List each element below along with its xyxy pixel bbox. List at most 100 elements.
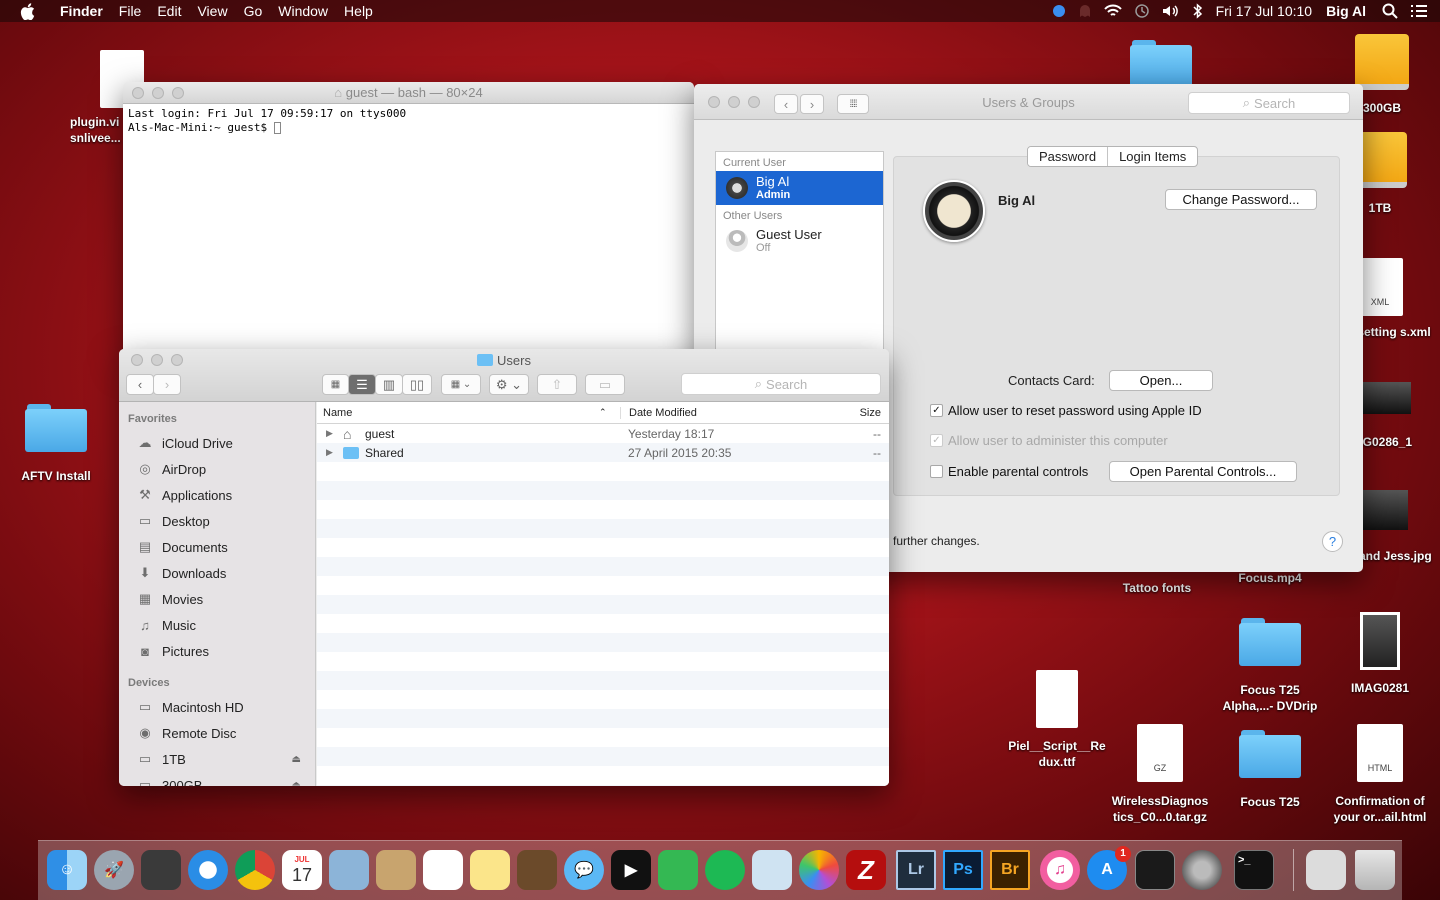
desktop-icon-focus-t25[interactable]: Focus T25	[1215, 730, 1325, 810]
back-button[interactable]: ‹	[126, 374, 154, 395]
desktop-icon-focus-alpha[interactable]: Focus T25 Alpha,...- DVDrip	[1215, 618, 1325, 714]
chrome-dock-icon[interactable]	[235, 850, 275, 890]
mail-dock-icon[interactable]	[752, 850, 792, 890]
spotify-dock-icon[interactable]	[705, 850, 745, 890]
tab-login-items[interactable]: Login Items	[1108, 147, 1197, 166]
sidebar-item-applications[interactable]: ⚒ Applications	[119, 482, 315, 508]
desktop-icon-piel-script[interactable]: Piel__Script__Re dux.ttf	[1002, 670, 1112, 770]
sidebar-item-music[interactable]: ♫ Music	[119, 612, 315, 638]
sidebar-item-1tb[interactable]: ▭ 1TB ⏏	[119, 746, 315, 772]
column-header-name[interactable]: Name	[323, 407, 352, 419]
preview-dock-icon[interactable]	[329, 850, 369, 890]
column-header-date[interactable]: Date Modified	[620, 406, 697, 419]
desktop-icon-confirmation-html[interactable]: HTML Confirmation of your or...ail.html	[1325, 724, 1435, 825]
table-row[interactable]: ▶ ⌂ guest Yesterday 18:17 --	[317, 424, 889, 443]
view-icon-button[interactable]: ▦	[322, 374, 349, 395]
finder-window[interactable]: Users ‹ › ▦ ☰ ▥ ▯▯ ▦ ⌄ ⚙ ⌄ ⇧ ▭ ⌕ Search F…	[119, 349, 889, 786]
sidebar-item-documents[interactable]: ▤ Documents	[119, 534, 315, 560]
menu-user-name[interactable]: Big Al	[1326, 3, 1366, 19]
time-machine-icon[interactable]	[1134, 3, 1150, 19]
tv-dock-icon[interactable]: ▶	[611, 850, 651, 890]
vpn-dock-icon[interactable]	[658, 850, 698, 890]
arrange-button[interactable]: ▦ ⌄	[441, 374, 481, 395]
prefs-search-field[interactable]: ⌕ Search	[1188, 92, 1350, 114]
menu-file[interactable]: File	[119, 3, 142, 19]
apple-menu-icon[interactable]	[20, 2, 40, 20]
finder-dock-icon[interactable]: ☺	[47, 850, 87, 890]
desktop-icon-imag0281[interactable]: IMAG0281	[1325, 612, 1435, 696]
bridge-dock-icon[interactable]: Br	[990, 850, 1030, 890]
spotlight-search-icon[interactable]	[1382, 3, 1398, 19]
sidebar-item-desktop[interactable]: ▭ Desktop	[119, 508, 315, 534]
menu-view[interactable]: View	[197, 3, 227, 19]
sidebar-item-airdrop[interactable]: ◎ AirDrop	[119, 456, 315, 482]
column-header-size[interactable]: Size	[860, 407, 881, 419]
notes-dock-icon[interactable]	[470, 850, 510, 890]
desktop-icon-tattoo-fonts[interactable]: Tattoo fonts	[1102, 576, 1212, 596]
disclosure-triangle-icon[interactable]: ▶	[326, 447, 333, 458]
contacts-dock-icon[interactable]	[376, 850, 416, 890]
minimize-button[interactable]	[152, 86, 164, 99]
sidebar-item-pictures[interactable]: ◙ Pictures	[119, 638, 315, 664]
menu-clock[interactable]: Fri 17 Jul 10:10	[1216, 3, 1313, 19]
calendar-dock-icon[interactable]: JUL 17	[282, 850, 322, 890]
user-picture[interactable]	[923, 180, 985, 242]
user-row-big-al[interactable]: Big Al Admin	[716, 171, 883, 205]
view-coverflow-button[interactable]: ▯▯	[402, 374, 432, 395]
messages-dock-icon[interactable]: 💬	[564, 850, 604, 890]
terminal-content[interactable]: Last login: Fri Jul 17 09:59:17 on ttys0…	[123, 104, 694, 357]
view-column-button[interactable]: ▥	[375, 374, 403, 395]
tab-password[interactable]: Password	[1028, 147, 1109, 166]
menu-window[interactable]: Window	[278, 3, 328, 19]
open-parental-controls-button[interactable]: Open Parental Controls...	[1109, 461, 1297, 482]
desktop-icon-aftv-install[interactable]: AFTV Install	[1, 404, 111, 484]
terminal-titlebar[interactable]: ⌂ guest — bash — 80×24	[123, 82, 694, 104]
reset-password-apple-id-checkbox[interactable]: ✓ Allow user to reset password using Appl…	[930, 403, 1202, 418]
menu-help[interactable]: Help	[344, 3, 373, 19]
downloads-stack-dock-icon[interactable]	[1306, 850, 1346, 890]
sidebar-item-macintosh-hd[interactable]: ▭ Macintosh HD	[119, 694, 315, 720]
menu-go[interactable]: Go	[244, 3, 263, 19]
table-row[interactable]: ▶ Shared 27 April 2015 20:35 --	[317, 443, 889, 462]
finder-search-field[interactable]: ⌕ Search	[681, 373, 881, 395]
filezilla-dock-icon[interactable]: Z	[846, 850, 886, 890]
view-list-button[interactable]: ☰	[348, 374, 376, 395]
reminders-dock-icon[interactable]	[423, 850, 463, 890]
trash-dock-icon[interactable]	[1355, 850, 1395, 890]
action-button[interactable]: ⚙ ⌄	[489, 374, 529, 395]
status-blue-icon[interactable]	[1052, 4, 1066, 18]
sidebar-item-downloads[interactable]: ⬇ Downloads	[119, 560, 315, 586]
desktop-icon-wireless-diagnostics[interactable]: GZ WirelessDiagnos tics_C0...0.tar.gz	[1105, 724, 1215, 825]
safari-dock-icon[interactable]	[188, 850, 228, 890]
contacts-open-button[interactable]: Open...	[1109, 370, 1213, 391]
eject-icon[interactable]: ⏏	[292, 754, 301, 765]
lightroom-dock-icon[interactable]: Lr	[896, 850, 936, 890]
menu-edit[interactable]: Edit	[157, 3, 181, 19]
help-button[interactable]: ?	[1322, 531, 1343, 552]
change-password-button[interactable]: Change Password...	[1165, 189, 1317, 210]
sidebar-item-remote-disc[interactable]: ◉ Remote Disc	[119, 720, 315, 746]
photoshop-dock-icon[interactable]: Ps	[943, 850, 983, 890]
photos-dock-icon[interactable]	[799, 850, 839, 890]
disclosure-triangle-icon[interactable]: ▶	[326, 428, 333, 439]
wifi-icon[interactable]	[1103, 4, 1122, 18]
desktop-icon-plugin[interactable]: plugin.vi snlivee...	[70, 50, 144, 146]
volume-icon[interactable]	[1162, 4, 1180, 18]
eject-icon[interactable]: ⏏	[292, 780, 301, 787]
menu-app-name[interactable]: Finder	[60, 3, 103, 19]
parental-controls-checkbox[interactable]: Enable parental controls	[930, 464, 1088, 479]
share-button[interactable]: ⇧	[537, 374, 577, 395]
user-row-guest[interactable]: Guest User Off	[716, 224, 883, 258]
dashboard-dock-icon[interactable]	[141, 850, 181, 890]
sidebar-item-icloud-drive[interactable]: ☁ iCloud Drive	[119, 430, 315, 456]
ghost-icon[interactable]	[1078, 4, 1092, 18]
desktop-icon-folder-top[interactable]	[1106, 38, 1216, 88]
app-store-dock-icon[interactable]: A 1	[1087, 846, 1131, 890]
garageband-dock-icon[interactable]	[517, 850, 557, 890]
activity-monitor-dock-icon[interactable]	[1135, 850, 1175, 890]
itunes-dock-icon[interactable]: ♫	[1040, 850, 1080, 890]
sidebar-item-movies[interactable]: ▦ Movies	[119, 586, 315, 612]
system-preferences-dock-icon[interactable]	[1182, 850, 1222, 890]
bluetooth-icon[interactable]	[1192, 3, 1204, 19]
terminal-window[interactable]: ⌂ guest — bash — 80×24 Last login: Fri J…	[123, 82, 694, 357]
